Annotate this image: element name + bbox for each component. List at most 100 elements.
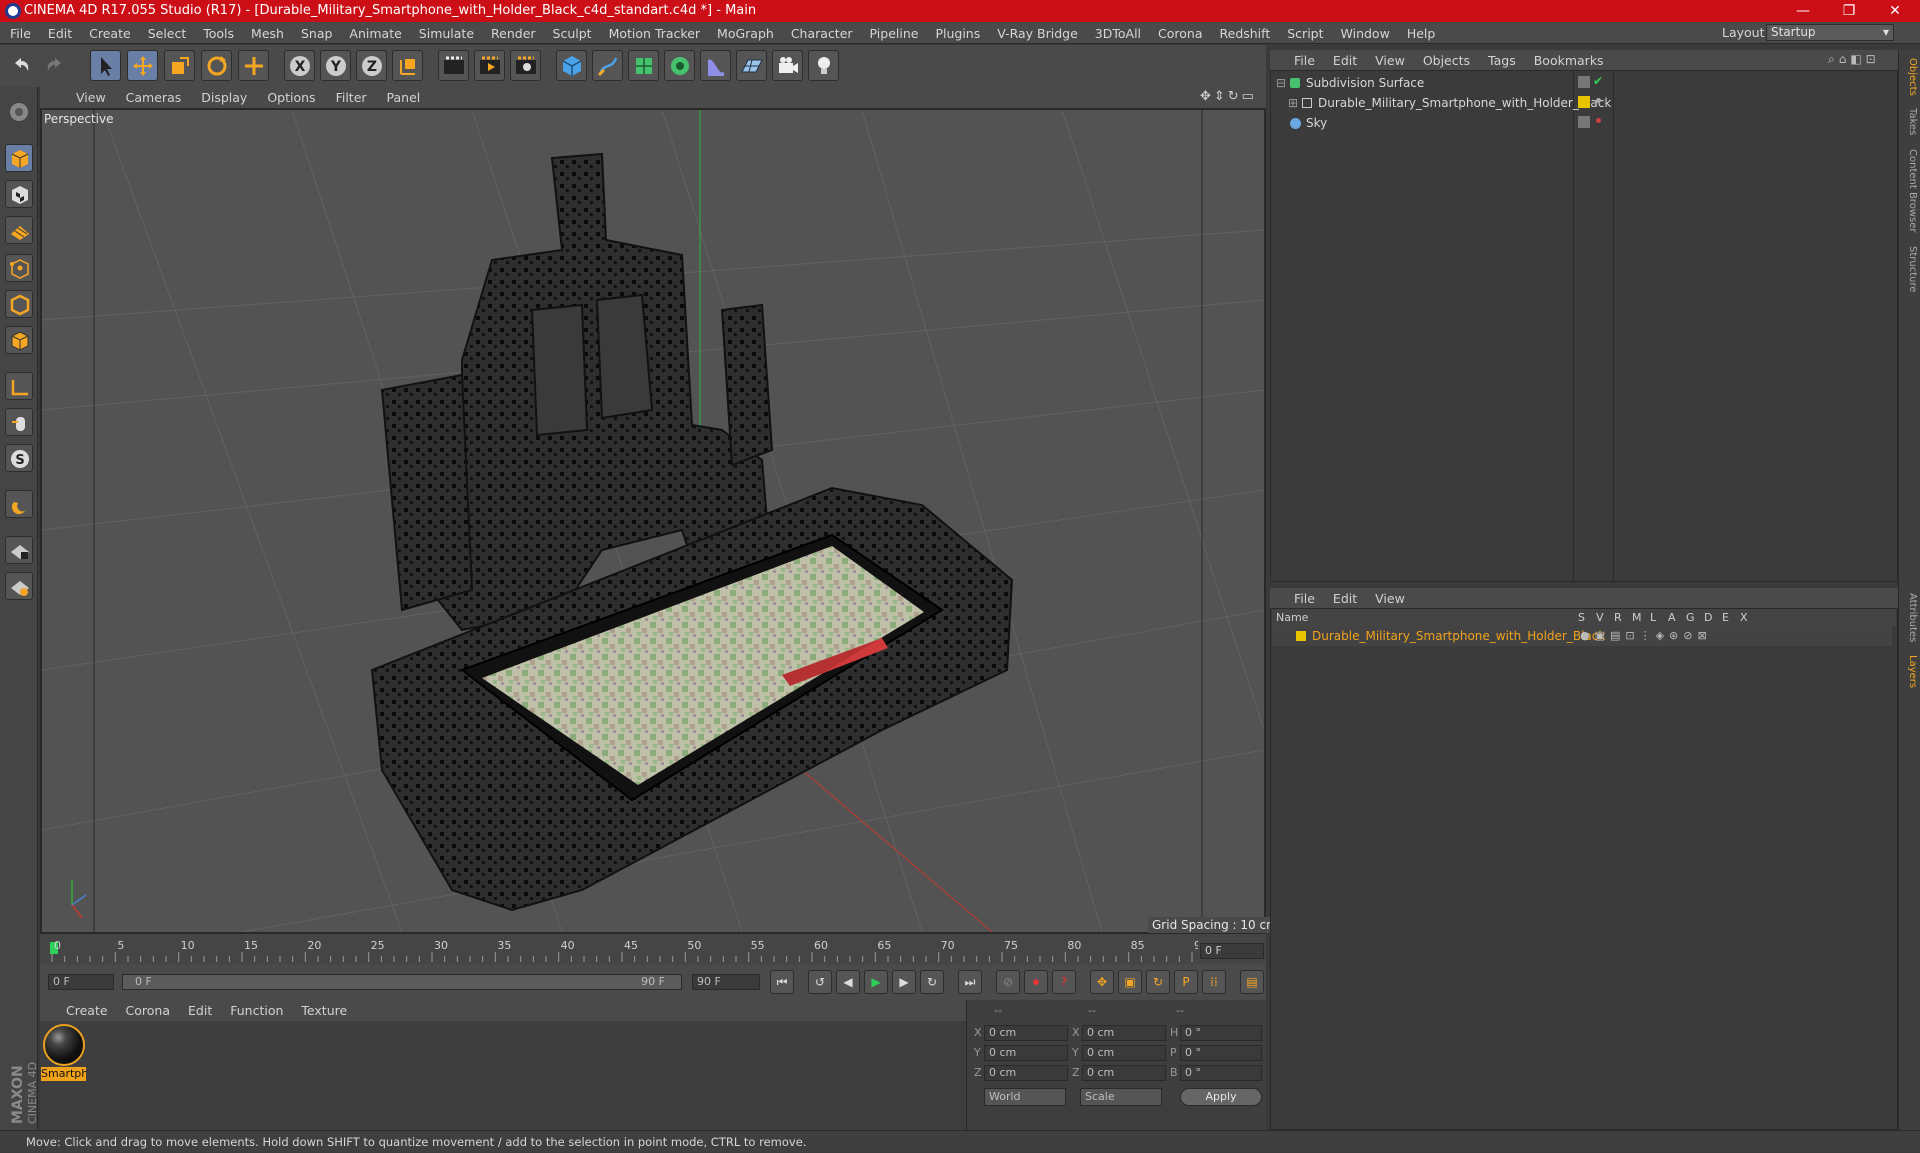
minimize-button[interactable]: — xyxy=(1780,0,1826,22)
workplane-mode-button[interactable] xyxy=(5,216,33,244)
apply-button[interactable]: Apply xyxy=(1180,1088,1262,1106)
light-button[interactable] xyxy=(808,50,839,81)
menu-create[interactable]: Create xyxy=(89,26,131,41)
coord-rot-b-field[interactable]: 0 ° xyxy=(1180,1065,1262,1081)
texture-mode-button[interactable] xyxy=(5,180,33,208)
tab-objects[interactable]: Objects xyxy=(1900,54,1918,100)
layer-col-deformers[interactable]: D xyxy=(1704,609,1712,626)
menu-mesh[interactable]: Mesh xyxy=(251,26,284,41)
x-axis-lock-button[interactable]: X xyxy=(284,50,315,81)
record-keys-button[interactable]: ⏺ xyxy=(1024,970,1048,994)
objects-menu-bookmarks[interactable]: Bookmarks xyxy=(1534,53,1604,68)
visibility-dot-icon[interactable] xyxy=(1596,98,1601,103)
object-manager-search-icons[interactable]: ⌕⌂◧⊡ xyxy=(1828,52,1880,67)
object-row-sky[interactable]: Sky xyxy=(1272,113,1572,133)
cube-primitive-button[interactable] xyxy=(556,50,587,81)
axis-mode-button[interactable] xyxy=(5,372,33,400)
planar-workplane-button[interactable] xyxy=(5,572,33,600)
layer-col-animation[interactable]: A xyxy=(1668,609,1676,626)
render-to-picture-viewer-button[interactable] xyxy=(474,50,505,81)
menu-vray-bridge[interactable]: V-Ray Bridge xyxy=(997,26,1078,41)
menu-motion-tracker[interactable]: Motion Tracker xyxy=(609,26,700,41)
tweak-mode-button[interactable] xyxy=(5,408,33,436)
viewport-navigation-icons[interactable]: ✥⇕↻▭ xyxy=(1200,89,1257,104)
coord-size-x-field[interactable]: 0 cm xyxy=(1082,1025,1166,1041)
menu-sculpt[interactable]: Sculpt xyxy=(553,26,592,41)
layer-col-render[interactable]: R xyxy=(1614,609,1622,626)
viewport-menu-panel[interactable]: Panel xyxy=(387,90,421,105)
material-name-label[interactable]: Smartph xyxy=(41,1067,86,1081)
editor-visibility-icon[interactable] xyxy=(1578,76,1590,88)
timeline-window-button[interactable]: ▤ xyxy=(1240,970,1264,994)
menu-redshift[interactable]: Redshift xyxy=(1220,26,1271,41)
locked-workplane-button[interactable] xyxy=(5,536,33,564)
menu-render[interactable]: Render xyxy=(491,26,536,41)
menu-pipeline[interactable]: Pipeline xyxy=(870,26,919,41)
timeline-ruler[interactable]: 0 5 10 15 20 25 30 35 40 45 50 55 60 65 70 75 80 85 90 xyxy=(48,938,1198,962)
menu-select[interactable]: Select xyxy=(148,26,187,41)
tree-expander-icon[interactable]: ⊟ xyxy=(1276,73,1286,93)
visibility-dot-icon[interactable] xyxy=(1596,118,1601,123)
material-menu-corona[interactable]: Corona xyxy=(126,1003,170,1018)
scale-tool-button[interactable] xyxy=(164,50,195,81)
close-button[interactable]: ✕ xyxy=(1872,0,1918,22)
viewport-menu-options[interactable]: Options xyxy=(267,90,315,105)
model-mode-button[interactable] xyxy=(5,144,33,172)
menu-character[interactable]: Character xyxy=(791,26,853,41)
layer-color-icon[interactable] xyxy=(1578,96,1590,108)
render-view-button[interactable] xyxy=(438,50,469,81)
coord-size-z-field[interactable]: 0 cm xyxy=(1082,1065,1166,1081)
subdivision-surface-button[interactable] xyxy=(628,50,659,81)
coord-pos-z-field[interactable]: 0 cm xyxy=(984,1065,1068,1081)
rotate-tool-button[interactable] xyxy=(201,50,232,81)
layer-col-generators[interactable]: G xyxy=(1686,609,1695,626)
layers-menu-edit[interactable]: Edit xyxy=(1333,591,1357,606)
floor-button[interactable] xyxy=(736,50,767,81)
menu-3dtoall[interactable]: 3DToAll xyxy=(1095,26,1141,41)
magnet-tool-button[interactable] xyxy=(5,490,33,518)
go-to-end-button[interactable]: ⏭ xyxy=(958,970,982,994)
coord-rot-h-field[interactable]: 0 ° xyxy=(1180,1025,1262,1041)
layer-flag-icons[interactable]: ●▣▤⊡⋮◈⊛⊘⊠ xyxy=(1580,626,1712,646)
coord-size-y-field[interactable]: 0 cm xyxy=(1082,1045,1166,1061)
viewport-menu-cameras[interactable]: Cameras xyxy=(126,90,182,105)
object-row-smartphone[interactable]: ⊞ Durable_Military_Smartphone_with_Holde… xyxy=(1272,93,1611,113)
material-menu-create[interactable]: Create xyxy=(66,1003,108,1018)
key-parameter-button[interactable]: P xyxy=(1174,970,1198,994)
object-row-subdivision-surface[interactable]: ⊟ Subdivision Surface xyxy=(1272,73,1572,93)
editor-visibility-icon[interactable] xyxy=(1578,116,1590,128)
key-scale-button[interactable]: ▣ xyxy=(1118,970,1142,994)
redo-button[interactable] xyxy=(40,50,71,81)
layer-row[interactable]: Durable_Military_Smartphone_with_Holder_… xyxy=(1272,626,1892,646)
perspective-viewport[interactable] xyxy=(40,108,1266,934)
menu-simulate[interactable]: Simulate xyxy=(419,26,474,41)
material-menu-texture[interactable]: Texture xyxy=(301,1003,347,1018)
snap-button[interactable]: S xyxy=(5,444,33,472)
menu-edit[interactable]: Edit xyxy=(48,26,72,41)
viewport-menu-filter[interactable]: Filter xyxy=(336,90,367,105)
material-preview-sphere[interactable] xyxy=(43,1024,85,1066)
pen-spline-button[interactable] xyxy=(592,50,623,81)
maximize-button[interactable]: ❐ xyxy=(1826,0,1872,22)
coord-pos-y-field[interactable]: 0 cm xyxy=(984,1045,1068,1061)
points-mode-button[interactable] xyxy=(5,254,33,282)
viewport-menu-view[interactable]: View xyxy=(76,90,106,105)
menu-help[interactable]: Help xyxy=(1407,26,1436,41)
menu-script[interactable]: Script xyxy=(1287,26,1323,41)
objects-menu-file[interactable]: File xyxy=(1294,53,1315,68)
layer-col-solo[interactable]: S xyxy=(1578,609,1585,626)
layout-select[interactable]: Startup xyxy=(1766,24,1894,41)
edges-mode-button[interactable] xyxy=(5,290,33,318)
objects-menu-objects[interactable]: Objects xyxy=(1423,53,1470,68)
y-axis-lock-button[interactable]: Y xyxy=(320,50,351,81)
tab-attributes[interactable]: Attributes xyxy=(1900,590,1918,646)
make-editable-icon[interactable] xyxy=(5,98,33,126)
enabled-check-icon[interactable]: ✔ xyxy=(1593,74,1603,88)
tab-layers[interactable]: Layers xyxy=(1900,652,1918,692)
material-menu-edit[interactable]: Edit xyxy=(188,1003,212,1018)
array-generator-button[interactable] xyxy=(664,50,695,81)
coord-size-mode-select[interactable]: Scale xyxy=(1080,1088,1162,1106)
start-frame-field[interactable]: 0 F xyxy=(48,974,114,990)
viewport-menu-display[interactable]: Display xyxy=(201,90,247,105)
previous-frame-button[interactable]: ◀ xyxy=(836,970,860,994)
